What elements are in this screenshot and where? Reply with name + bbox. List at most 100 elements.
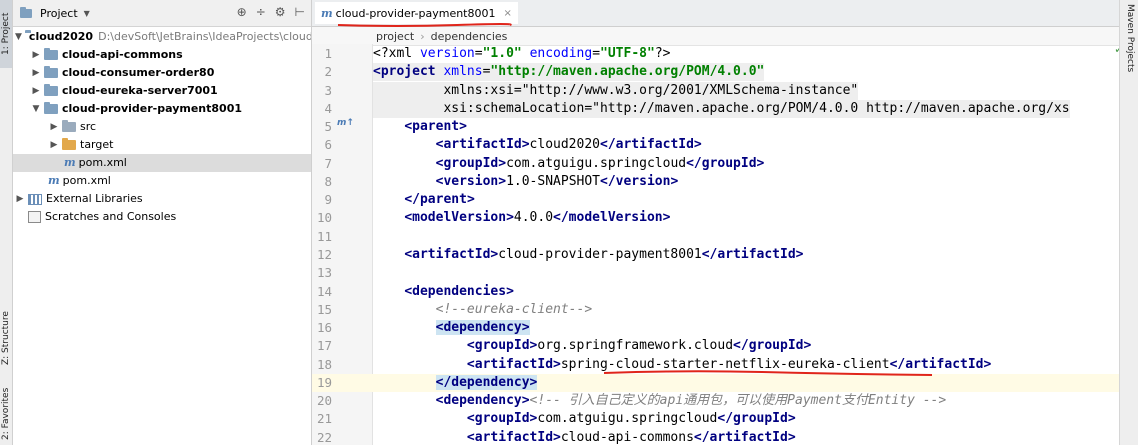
breadcrumb-project[interactable]: project: [376, 30, 414, 43]
code-text: <artifactId>cloud-api-commons</artifactI…: [466, 429, 796, 445]
collapse-arrow-icon[interactable]: ▶: [49, 136, 59, 154]
tree-node-cloud-provider-payment8001[interactable]: ▼ cloud-provider-payment8001: [13, 100, 311, 118]
tree-node-cloud-eureka-server7001[interactable]: ▶ cloud-eureka-server7001: [13, 82, 311, 100]
line-number: 2: [324, 64, 332, 80]
chevron-down-icon[interactable]: ▼: [84, 9, 90, 18]
line-number: 3: [324, 82, 332, 98]
tree-node-label: pom.xml: [62, 174, 111, 187]
red-underline-annotation: [337, 23, 512, 27]
line-number: 10: [316, 210, 332, 226]
code-line[interactable]: 15 <!--eureka-client-->: [312, 301, 1138, 319]
breadcrumb-separator: ›: [420, 29, 425, 43]
module-folder-icon: [44, 48, 58, 60]
code-line[interactable]: 4 xsi:schemaLocation="http://maven.apach…: [312, 99, 1138, 118]
code-line[interactable]: 20 <dependency><!-- 引入自己定义的api通用包，可以使用Pa…: [312, 392, 1138, 410]
maven-parent-gutter-icon[interactable]: m↑: [337, 118, 354, 128]
excluded-folder-icon: [62, 138, 76, 150]
project-tool-tab[interactable]: 1: Project: [0, 0, 12, 68]
code-text: <modelVersion>4.0.0</modelVersion>: [404, 210, 671, 226]
tree-node-cloud-consumer-order80[interactable]: ▶ cloud-consumer-order80: [13, 64, 311, 82]
tree-node-label: cloud-eureka-server7001: [62, 84, 218, 97]
line-number: 4: [324, 100, 332, 116]
code-text: <dependency><!-- 引入自己定义的api通用包，可以使用Payme…: [435, 393, 947, 409]
tree-node-label: cloud-provider-payment8001: [62, 102, 242, 115]
gear-icon[interactable]: ⚙: [275, 5, 286, 19]
expand-arrow-icon[interactable]: ▼: [31, 100, 41, 118]
code-line[interactable]: 16 <dependency>: [312, 319, 1138, 337]
code-text: <project xmlns="http://maven.apache.org/…: [373, 63, 765, 82]
tree-node-target[interactable]: ▶ target: [13, 136, 311, 154]
editor-tab-bar: m cloud-provider-payment8001 ×: [312, 0, 1138, 27]
code-line[interactable]: 2 <project xmlns="http://maven.apache.org…: [312, 63, 1138, 82]
code-text: <dependency>: [435, 320, 530, 336]
code-line[interactable]: 6 <artifactId>cloud2020</artifactId>: [312, 136, 1138, 154]
editor-tab[interactable]: m cloud-provider-payment8001 ×: [315, 2, 518, 24]
code-line[interactable]: 21 <groupId>com.atguigu.springcloud</gro…: [312, 410, 1138, 428]
code-line[interactable]: 5 m↑ <parent>: [312, 118, 1138, 136]
code-line[interactable]: 9 </parent>: [312, 191, 1138, 209]
line-number: 21: [316, 411, 332, 427]
maven-file-icon: m: [321, 6, 333, 20]
collapse-icon[interactable]: ÷: [256, 5, 266, 19]
collapse-arrow-icon[interactable]: ▶: [31, 64, 41, 82]
tree-node-pom-xml[interactable]: m pom.xml: [13, 172, 311, 190]
maven-file-icon: m: [64, 156, 76, 169]
line-number: 5: [324, 119, 332, 135]
tree-node-scratches[interactable]: Scratches and Consoles: [13, 208, 311, 226]
code-line[interactable]: 13: [312, 264, 1138, 282]
tree-node-cloud2020[interactable]: ▼ cloud2020 D:\devSoft\JetBrains\IdeaPro…: [13, 28, 311, 46]
line-number: 8: [324, 173, 332, 189]
breadcrumb-dependencies[interactable]: dependencies: [431, 30, 508, 43]
code-line[interactable]: 11: [312, 228, 1138, 246]
tree-node-src[interactable]: ▶ src: [13, 118, 311, 136]
tree-node-label: pom.xml: [78, 156, 127, 169]
code-line[interactable]: 1 <?xml version="1.0" encoding="UTF-8"?>: [312, 45, 1138, 63]
left-tool-stripe: 1: Project Z: Structure 2: Favorites: [0, 0, 13, 445]
code-line[interactable]: 3 xmlns:xsi="http://www.w3.org/2001/XMLS…: [312, 81, 1138, 100]
tree-node-pom-xml-selected[interactable]: m pom.xml: [13, 154, 311, 172]
line-number: 19: [316, 374, 332, 390]
code-line[interactable]: 14 <dependencies>: [312, 283, 1138, 301]
structure-tool-tab[interactable]: Z: Structure: [0, 300, 12, 376]
line-number: 9: [324, 192, 332, 208]
code-line[interactable]: 10 <modelVersion>4.0.0</modelVersion>: [312, 209, 1138, 227]
collapse-arrow-icon[interactable]: ▶: [31, 46, 41, 64]
collapse-arrow-icon[interactable]: ▶: [15, 190, 25, 208]
expand-arrow-icon[interactable]: ▼: [15, 28, 22, 46]
hide-icon[interactable]: ⊢: [295, 5, 305, 19]
code-text: <dependencies>: [404, 283, 514, 299]
code-line[interactable]: 17 <groupId>org.springframework.cloud</g…: [312, 337, 1138, 355]
tree-node-path: D:\devSoft\JetBrains\IdeaProjects\cloud2…: [98, 30, 311, 43]
collapse-arrow-icon[interactable]: ▶: [49, 118, 59, 136]
code-line[interactable]: 7 <groupId>com.atguigu.springcloud</grou…: [312, 155, 1138, 173]
close-icon[interactable]: ×: [504, 8, 512, 19]
crosshair-icon[interactable]: ⊕: [237, 5, 247, 19]
tree-node-label: External Libraries: [46, 192, 143, 205]
folder-icon: [62, 120, 76, 132]
tree-node-label: cloud-consumer-order80: [62, 66, 215, 79]
favorites-tool-tab[interactable]: 2: Favorites: [0, 382, 12, 445]
maven-projects-tab[interactable]: Maven Projects: [1125, 4, 1135, 72]
project-panel: Project ▼ ⊕ ÷ ⚙ ⊢ ▼ cloud2020 D:\devSoft…: [13, 0, 312, 445]
line-number: 11: [316, 228, 332, 244]
tree-node-label: cloud2020: [28, 30, 94, 43]
scratch-icon: [28, 211, 41, 223]
line-number: 12: [316, 246, 332, 262]
project-panel-title[interactable]: Project: [40, 7, 78, 20]
project-view-icon: [20, 6, 32, 18]
code-text: <groupId>com.atguigu.springcloud</groupI…: [466, 411, 796, 427]
code-line[interactable]: 12 <artifactId>cloud-provider-payment800…: [312, 246, 1138, 264]
line-number: 14: [316, 283, 332, 299]
code-text: <version>1.0-SNAPSHOT</version>: [435, 173, 679, 189]
line-number: 13: [316, 265, 332, 281]
tree-node-label: src: [80, 120, 97, 133]
line-number: 18: [316, 356, 332, 372]
tree-node-external-libraries[interactable]: ▶ External Libraries: [13, 190, 311, 208]
tree-node-cloud-api-commons[interactable]: ▶ cloud-api-commons: [13, 46, 311, 64]
collapse-arrow-icon[interactable]: ▶: [31, 82, 41, 100]
code-line[interactable]: 8 <version>1.0-SNAPSHOT</version>: [312, 173, 1138, 191]
tree-node-label: Scratches and Consoles: [45, 210, 177, 223]
line-number: 17: [316, 338, 332, 354]
code-text: <parent>: [404, 119, 467, 135]
code-line[interactable]: 22 <artifactId>cloud-api-commons</artifa…: [312, 429, 1138, 447]
